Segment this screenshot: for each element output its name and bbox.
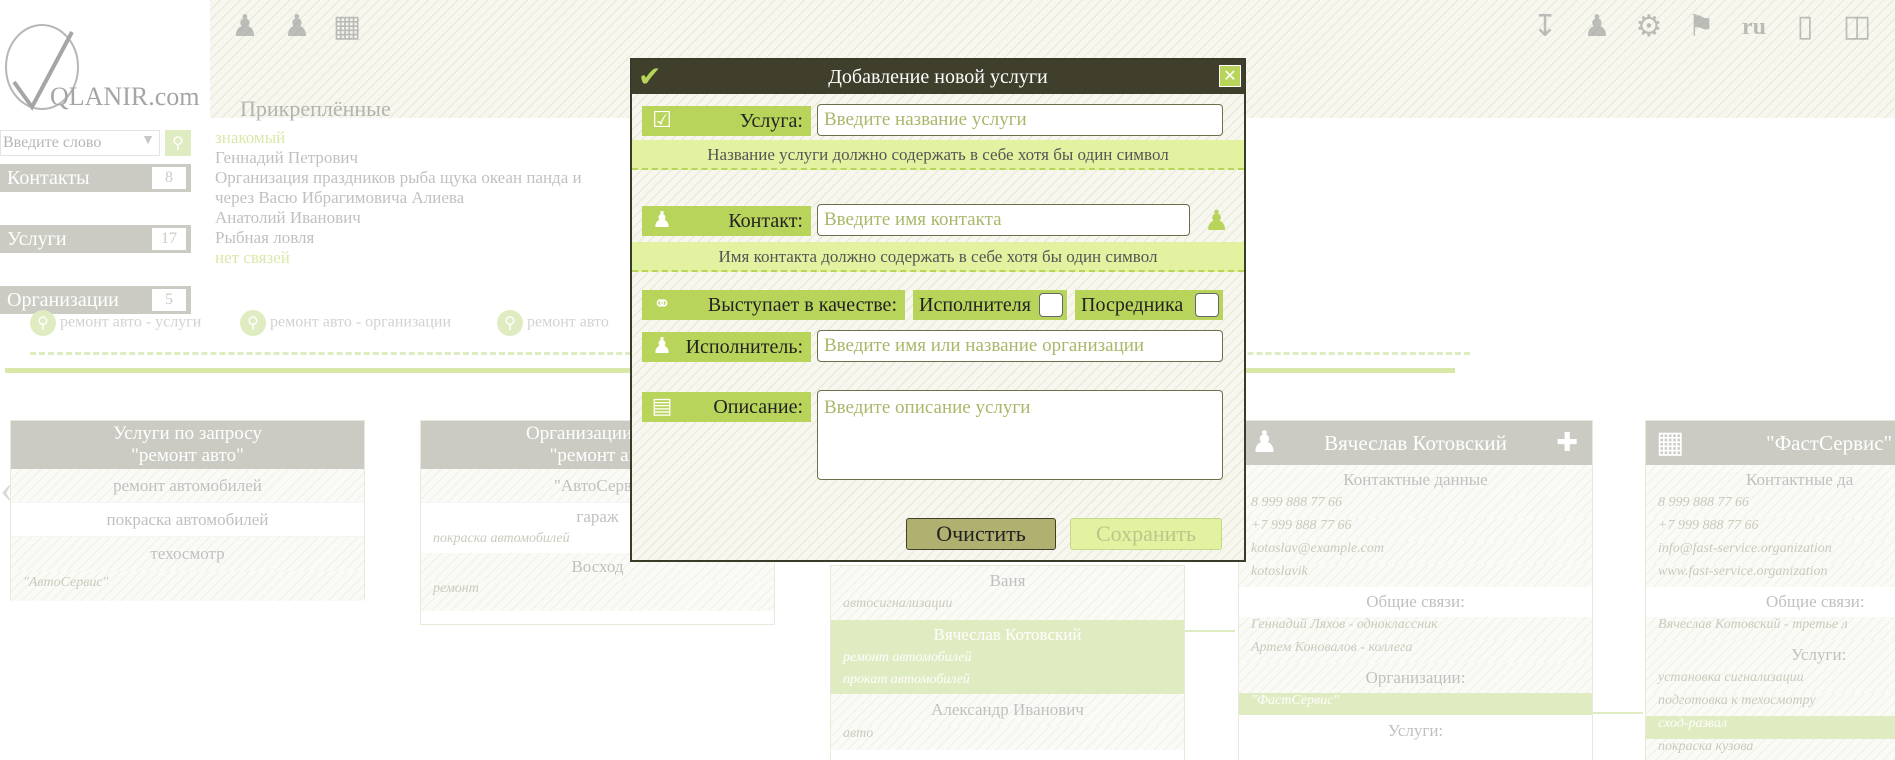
add-service-dialog: ✔ Добавление новой услуги ✕ ☑ Услуга: На… [630, 58, 1246, 562]
link-icon: ⚭ [652, 292, 672, 317]
clear-button[interactable]: Очистить [906, 518, 1056, 550]
role-label-text: Выступает в качестве: [707, 294, 897, 316]
service-hint: Название услуги должно содержать в себе … [632, 140, 1244, 170]
role-mediator-label: Посредника [1081, 294, 1184, 316]
performer-checkbox[interactable] [1039, 293, 1063, 317]
service-label: ☑ Услуга: [642, 106, 811, 136]
executor-input[interactable] [817, 330, 1223, 362]
role-mediator[interactable]: Посредника [1075, 290, 1223, 320]
contact-label: ♟ Контакт: [642, 206, 811, 236]
mediator-checkbox[interactable] [1195, 293, 1219, 317]
save-button[interactable]: Сохранить [1070, 518, 1222, 550]
folder-check-icon: ☑ [652, 108, 672, 133]
executor-label: ♟ Исполнитель: [642, 332, 811, 362]
role-label: ⚭ Выступает в качестве: [642, 290, 905, 320]
service-name-input[interactable] [817, 104, 1223, 136]
service-label-text: Услуга: [739, 110, 803, 132]
clipboard-icon: ▤ [651, 394, 673, 419]
person-building-icon: ♟ [652, 334, 672, 359]
description-input[interactable] [817, 390, 1223, 480]
app-logo-icon: ✔ [638, 60, 662, 93]
role-performer[interactable]: Исполнителя [913, 290, 1067, 320]
person-icon: ♟ [652, 208, 672, 233]
role-performer-label: Исполнителя [919, 294, 1031, 316]
contact-label-text: Контакт: [728, 210, 803, 232]
dialog-title: Добавление новой услуги [828, 66, 1048, 88]
executor-label-text: Исполнитель: [685, 336, 803, 358]
contact-name-input[interactable] [817, 204, 1190, 236]
contact-hint: Имя контакта должно содержать в себе хот… [632, 242, 1244, 272]
dialog-body: ☑ Услуга: Название услуги должно содержа… [632, 94, 1244, 560]
dialog-title-bar: ✔ Добавление новой услуги ✕ [632, 60, 1244, 94]
add-contact-icon[interactable]: ♟ [1204, 204, 1229, 237]
close-icon[interactable]: ✕ [1219, 65, 1241, 87]
description-label: ▤ Описание: [642, 392, 811, 422]
description-label-text: Описание: [713, 396, 803, 418]
